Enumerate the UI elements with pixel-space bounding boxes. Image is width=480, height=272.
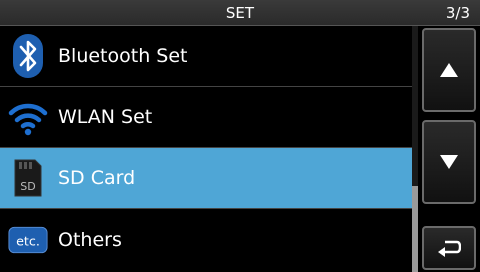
menu-item-others[interactable]: etc. Others — [0, 209, 412, 270]
scroll-down-button[interactable] — [422, 120, 476, 204]
menu-item-label: SD Card — [58, 167, 136, 189]
back-button[interactable] — [422, 226, 476, 270]
menu-list: Bluetooth Set WLAN Set SD SD Card etc. O… — [0, 26, 412, 272]
sd-icon-text: SD — [20, 180, 35, 193]
screen-title: SET — [225, 4, 255, 22]
menu-item-bluetooth-set[interactable]: Bluetooth Set — [0, 26, 412, 87]
menu-item-wlan-set[interactable]: WLAN Set — [0, 87, 412, 148]
up-arrow-icon — [440, 63, 458, 77]
scroll-up-button[interactable] — [422, 28, 476, 112]
wifi-icon — [8, 95, 48, 139]
title-bar: SET 3/3 — [0, 0, 480, 26]
menu-item-label: WLAN Set — [58, 106, 153, 128]
scrollbar[interactable] — [412, 26, 418, 272]
etc-icon: etc. — [8, 218, 48, 262]
page-indicator: 3/3 — [445, 4, 470, 22]
menu-item-label: Others — [58, 228, 122, 251]
bluetooth-icon — [8, 34, 48, 78]
down-arrow-icon — [440, 155, 458, 169]
menu-item-label: Bluetooth Set — [58, 45, 188, 67]
etc-icon-text: etc. — [16, 233, 40, 248]
sd-card-icon: SD — [8, 156, 48, 200]
scrollbar-thumb[interactable] — [412, 186, 418, 272]
back-return-icon — [438, 240, 461, 257]
menu-item-sd-card[interactable]: SD SD Card — [0, 148, 412, 209]
